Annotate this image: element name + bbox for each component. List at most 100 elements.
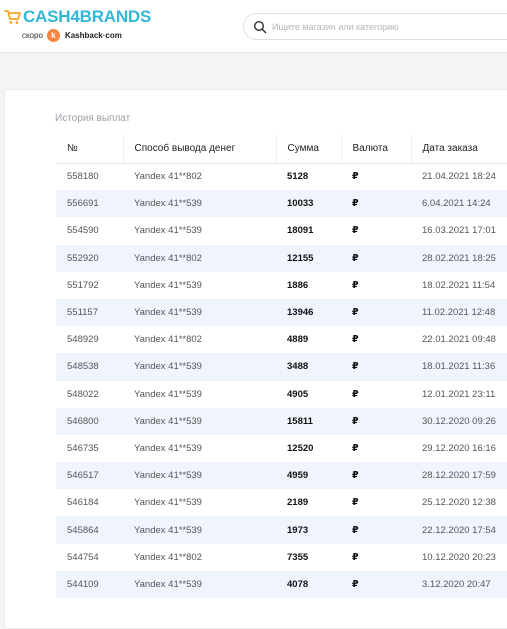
cell-currency: ₽ <box>341 353 411 381</box>
cell-number: 551792 <box>56 271 123 299</box>
cell-amount: 1886 <box>276 271 341 299</box>
cell-method: Yandex 41**539 <box>123 190 276 218</box>
cell-method: Yandex 41**539 <box>123 217 276 245</box>
cell-date: 18.01.2021 11:36 <box>411 353 507 381</box>
cell-date: 22.12.2020 17:54 <box>411 516 507 544</box>
col-header-amount: Сумма <box>275 135 341 164</box>
cell-currency: ₽ <box>341 434 411 463</box>
cell-currency: ₽ <box>341 326 411 354</box>
cell-amount: 4078 <box>276 570 341 598</box>
table-header-row: № Способ вывода денег Сумма Валюта Дата … <box>56 135 507 164</box>
cell-number: 556691 <box>56 190 123 218</box>
cell-amount: 4889 <box>276 326 341 354</box>
cell-date: 10.12.2020 20:23 <box>411 543 507 571</box>
cell-number: 544754 <box>56 543 123 571</box>
table-row: 551792 Yandex 41**539 1886 ₽18.02.2021 11:5… <box>56 271 507 299</box>
logo-subline: скоро k Kashback·com <box>4 29 151 42</box>
kashback-k-icon: k <box>46 29 60 42</box>
cell-currency: ₽ <box>341 298 411 327</box>
cell-method: Yandex 41**539 <box>123 462 276 490</box>
cell-number: 545864 <box>56 516 123 544</box>
cell-number: 546184 <box>56 489 123 517</box>
cell-number: 548022 <box>56 380 123 408</box>
cell-method: Yandex 41**539 <box>123 380 276 408</box>
logo-main: CASH4BRANDS <box>4 6 151 28</box>
top-header: CASH4BRANDS скоро k Kashback·com <box>0 0 507 53</box>
table-row: 548538 Yandex 41**539 3488 ₽18.01.2021 11:3… <box>56 353 507 381</box>
cell-method: Yandex 41**539 <box>123 434 276 463</box>
brand-name: CASH4BRANDS <box>23 7 152 26</box>
cart-icon <box>4 10 21 24</box>
cell-amount: 18091 <box>276 217 341 245</box>
search-box[interactable] <box>243 13 507 40</box>
cell-currency: ₽ <box>341 543 411 571</box>
cell-amount: 4959 <box>276 462 341 490</box>
cell-number: 554590 <box>56 217 123 245</box>
soon-label: скоро <box>22 31 43 40</box>
table-row: 554590 Yandex 41**539 18091 ₽16.03.2021 17:… <box>56 217 507 245</box>
cell-currency: ₽ <box>341 462 411 490</box>
cell-amount: 12520 <box>276 434 341 463</box>
cell-amount: 13946 <box>276 298 341 327</box>
cell-amount: 7355 <box>276 543 341 571</box>
cell-date: 6.04.2021 14:24 <box>411 190 507 218</box>
table-row: 551157 Yandex 41**539 13946 ₽11.02.2021 12:… <box>56 298 507 327</box>
cell-amount: 12155 <box>276 244 341 272</box>
cell-amount: 10033 <box>276 190 341 218</box>
cell-currency: ₽ <box>341 489 411 517</box>
table-row: 558180 Yandex 41**802 5128 ₽21.04.2021 18:2… <box>56 163 507 191</box>
brand-logo[interactable]: CASH4BRANDS скоро k Kashback·com <box>4 6 151 42</box>
section-title: История выплат <box>55 113 131 124</box>
cell-amount: 5128 <box>276 163 341 191</box>
cell-date: 21.04.2021 18:24 <box>411 163 507 191</box>
cell-currency: ₽ <box>341 570 411 598</box>
table-row: 548022 Yandex 41**539 4905 ₽12.01.2021 23:1… <box>56 380 507 408</box>
cell-method: Yandex 41**539 <box>123 353 276 381</box>
cell-number: 546735 <box>56 434 123 463</box>
cell-number: 546800 <box>56 407 123 435</box>
cell-date: 18.02.2021 11:54 <box>411 271 507 299</box>
cell-method: Yandex 41**539 <box>123 407 276 435</box>
cell-method: Yandex 41**539 <box>123 570 276 598</box>
table-row: 548929 Yandex 41**802 4889 ₽22.01.2021 09:4… <box>56 326 507 354</box>
cell-amount: 4905 <box>276 380 341 408</box>
cell-currency: ₽ <box>341 516 411 544</box>
cell-date: 28.12.2020 17:59 <box>411 462 507 490</box>
table-row: 545864 Yandex 41**539 1973 ₽22.12.2020 17:5… <box>56 516 507 544</box>
table-row: 552920 Yandex 41**802 12155 ₽28.02.2021 18:… <box>56 244 507 272</box>
cell-currency: ₽ <box>341 244 411 272</box>
cell-method: Yandex 41**802 <box>123 543 276 571</box>
kashback-label: Kashback·com <box>64 31 122 40</box>
cell-number: 558180 <box>56 163 123 191</box>
cell-number: 548929 <box>56 326 123 354</box>
cell-currency: ₽ <box>341 190 411 218</box>
cell-amount: 3488 <box>276 353 341 381</box>
cell-method: Yandex 41**539 <box>123 489 276 517</box>
cell-amount: 1973 <box>276 516 341 544</box>
search-icon[interactable] <box>253 20 267 34</box>
table-row: 544109 Yandex 41**539 4078 ₽3.12.2020 20:47 <box>56 570 507 598</box>
table-row: 546800 Yandex 41**539 15811 ₽30.12.2020 09:… <box>56 407 507 435</box>
cell-currency: ₽ <box>341 271 411 299</box>
col-header-number: № <box>56 135 123 164</box>
table-row: 546735 Yandex 41**539 12520 ₽29.12.2020 16:… <box>56 434 507 463</box>
cell-number: 546517 <box>56 462 123 490</box>
cell-number: 544109 <box>56 570 123 598</box>
payout-history-card: История выплат № Способ вывода денег Сум… <box>4 89 507 629</box>
cell-method: Yandex 41**802 <box>123 244 276 272</box>
table-row: 544754 Yandex 41**802 7355 ₽10.12.2020 20:2… <box>56 543 507 571</box>
cell-currency: ₽ <box>341 380 411 408</box>
cell-date: 28.02.2021 18:25 <box>411 244 507 272</box>
col-header-date: Дата заказа <box>410 135 507 164</box>
cell-date: 30.12.2020 09:26 <box>411 407 507 435</box>
cell-currency: ₽ <box>341 217 411 245</box>
cell-date: 16.03.2021 17:01 <box>411 217 507 245</box>
cell-method: Yandex 41**539 <box>123 271 276 299</box>
search-input[interactable] <box>272 18 507 36</box>
cell-amount: 2189 <box>276 489 341 517</box>
cell-currency: ₽ <box>341 163 411 191</box>
cell-date: 11.02.2021 12:48 <box>411 298 507 327</box>
payouts-table: № Способ вывода денег Сумма Валюта Дата … <box>56 135 507 598</box>
cell-date: 25.12.2020 12:38 <box>411 489 507 517</box>
cell-number: 552920 <box>56 244 123 272</box>
